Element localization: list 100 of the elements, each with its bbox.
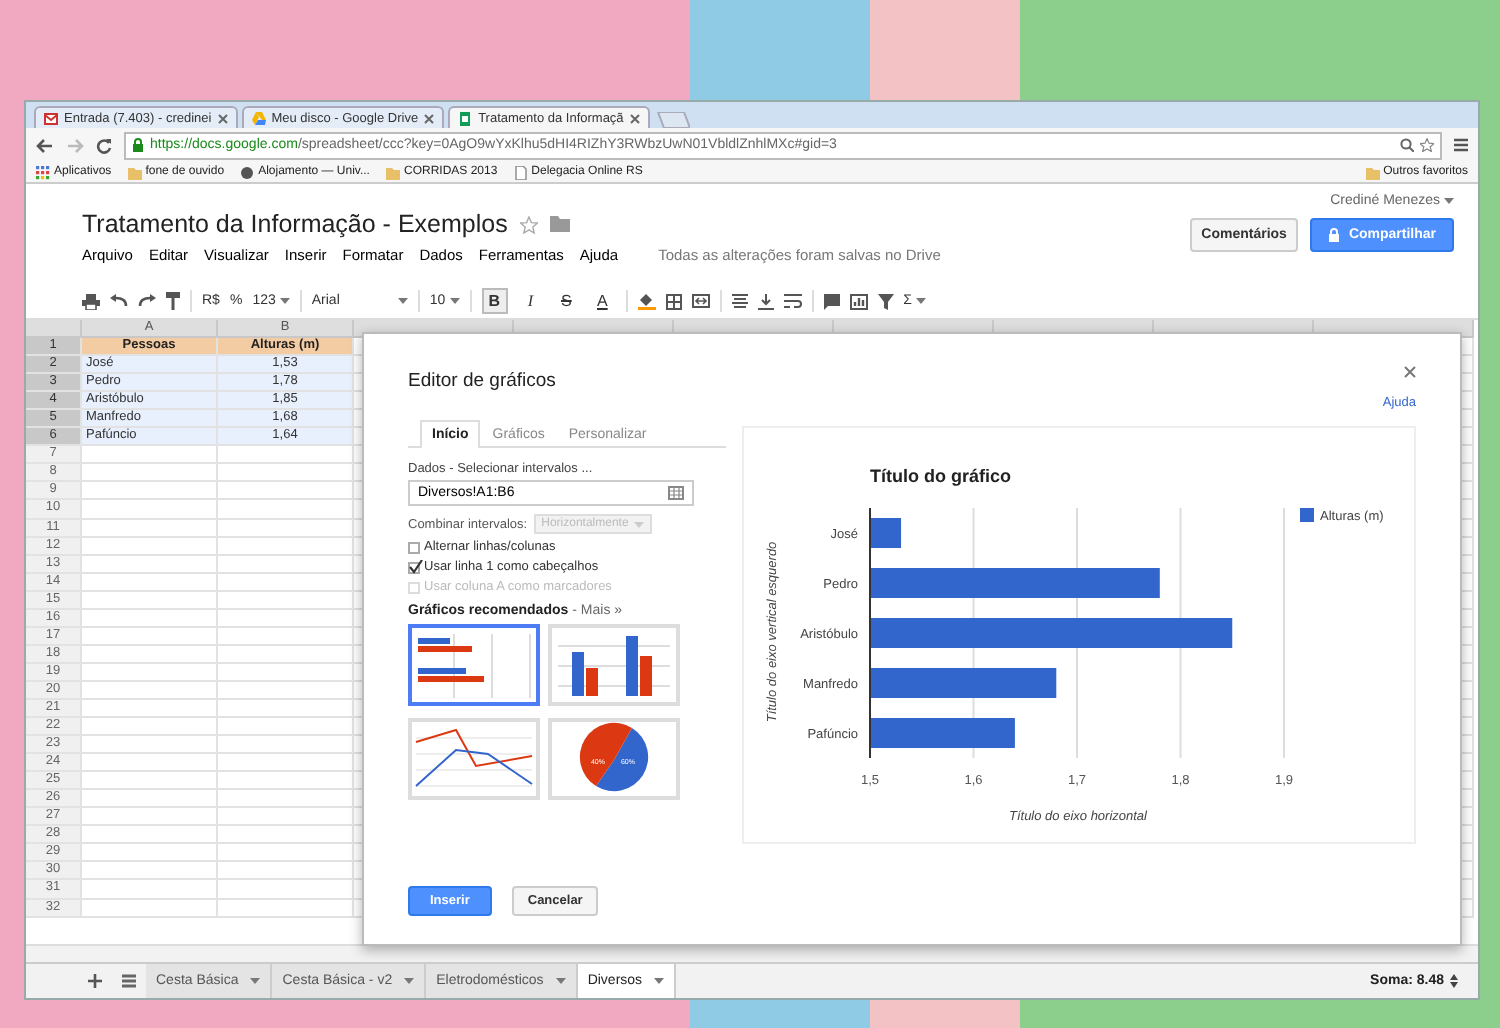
table-cell: [82, 591, 218, 610]
table-cell: [218, 790, 354, 809]
legend-swatch: [1300, 508, 1314, 522]
document-title[interactable]: Tratamento da Informação - Exemplos: [82, 210, 508, 238]
table-cell: [82, 446, 218, 465]
folder-icon[interactable]: [549, 216, 570, 232]
table-cell: [82, 482, 218, 501]
print-icon[interactable]: [82, 293, 100, 309]
table-cell: [218, 772, 354, 791]
sheet-list-icon[interactable]: [122, 974, 136, 988]
table-cell: [82, 790, 218, 809]
zoom-icon[interactable]: [1400, 138, 1414, 152]
add-sheet-icon[interactable]: [88, 974, 102, 988]
table-cell: [82, 844, 218, 863]
table-cell: [218, 862, 354, 881]
table-cell: [218, 754, 354, 773]
table-cell: [82, 699, 218, 719]
caret-icon[interactable]: [555, 978, 566, 984]
checkbox[interactable]: [408, 561, 420, 573]
table-cell: [82, 500, 218, 520]
caret-icon[interactable]: [449, 298, 460, 304]
table-cell: [82, 573, 218, 592]
apps-grid-icon: [36, 165, 50, 179]
caret-icon[interactable]: [397, 298, 408, 304]
fill-color-icon[interactable]: [637, 292, 656, 310]
table-cell: [82, 537, 218, 556]
table-cell: [218, 808, 354, 827]
close-icon[interactable]: [629, 113, 640, 123]
table-cell: [218, 573, 354, 592]
lock-icon: [132, 138, 144, 152]
table-cell: [218, 718, 354, 737]
tab-favicon-icon: [251, 111, 266, 125]
line-chart-thumbnail[interactable]: [408, 718, 540, 800]
column-chart-thumbnail[interactable]: [548, 624, 680, 706]
caret-icon[interactable]: [654, 978, 665, 984]
table-cell: [218, 555, 354, 574]
star-icon[interactable]: [1420, 138, 1434, 152]
close-icon[interactable]: [1404, 366, 1416, 378]
table-cell: [82, 899, 218, 918]
table-cell: [218, 446, 354, 465]
table-cell: [218, 880, 354, 899]
table-cell: [218, 500, 354, 520]
bold-button[interactable]: B: [481, 288, 508, 314]
undo-icon[interactable]: [110, 294, 128, 308]
table-cell: [82, 826, 218, 845]
borders-icon[interactable]: [665, 293, 682, 309]
table-cell: [218, 537, 354, 556]
redo-icon[interactable]: [138, 294, 156, 308]
vertical-align-icon[interactable]: [757, 293, 774, 309]
table-cell: [218, 899, 354, 918]
table-cell: [218, 736, 354, 755]
table-cell: [82, 663, 218, 682]
table-cell: [218, 844, 354, 863]
table-cell: [82, 627, 218, 646]
table-cell: [82, 681, 218, 700]
table-cell: [82, 880, 218, 899]
checkbox[interactable]: [408, 541, 420, 553]
table-cell: [218, 663, 354, 682]
caret-icon[interactable]: [250, 978, 261, 984]
table-cell: [218, 699, 354, 719]
table-cell: [82, 645, 218, 664]
table-cell: [218, 591, 354, 610]
table-cell: [218, 826, 354, 845]
comment-icon[interactable]: [823, 293, 840, 309]
text-color-button[interactable]: A: [589, 288, 616, 314]
caret-icon[interactable]: [404, 978, 415, 984]
scrollbar[interactable]: [26, 944, 1478, 962]
table-cell: [218, 519, 354, 538]
italic-button[interactable]: I: [517, 288, 544, 314]
star-icon[interactable]: [519, 215, 538, 233]
wrap-text-icon[interactable]: [783, 293, 802, 309]
strikethrough-button[interactable]: S: [553, 288, 580, 314]
table-cell: [218, 645, 354, 664]
grid-select-icon[interactable]: [668, 486, 684, 500]
back-icon[interactable]: [36, 137, 54, 153]
caret-icon[interactable]: [279, 298, 290, 304]
align-icon[interactable]: [731, 294, 748, 308]
caret-icon[interactable]: [916, 298, 926, 304]
table-cell: [218, 627, 354, 646]
close-icon[interactable]: [424, 113, 435, 123]
paint-format-icon[interactable]: [166, 292, 180, 310]
merge-cells-icon[interactable]: [691, 294, 710, 308]
caret-icon[interactable]: [1444, 198, 1454, 204]
site-icon: [240, 165, 255, 179]
filter-icon[interactable]: [877, 293, 894, 309]
chart-title: Título do gráfico: [870, 466, 1011, 486]
spinner-icon: [1450, 974, 1458, 988]
table-cell: [82, 519, 218, 538]
menu-icon[interactable]: [1454, 138, 1468, 152]
close-icon[interactable]: [217, 113, 228, 123]
corner-cell[interactable]: [26, 320, 82, 339]
table-cell: [82, 718, 218, 737]
table-cell: [218, 464, 354, 483]
bar-chart-thumbnail[interactable]: [408, 624, 540, 706]
table-cell: [218, 681, 354, 700]
reload-icon[interactable]: [96, 137, 112, 153]
caret-icon: [634, 521, 645, 527]
chart-icon[interactable]: [849, 293, 868, 309]
table-cell: [82, 862, 218, 881]
dialog-title: Editor de gráficos: [408, 370, 556, 392]
